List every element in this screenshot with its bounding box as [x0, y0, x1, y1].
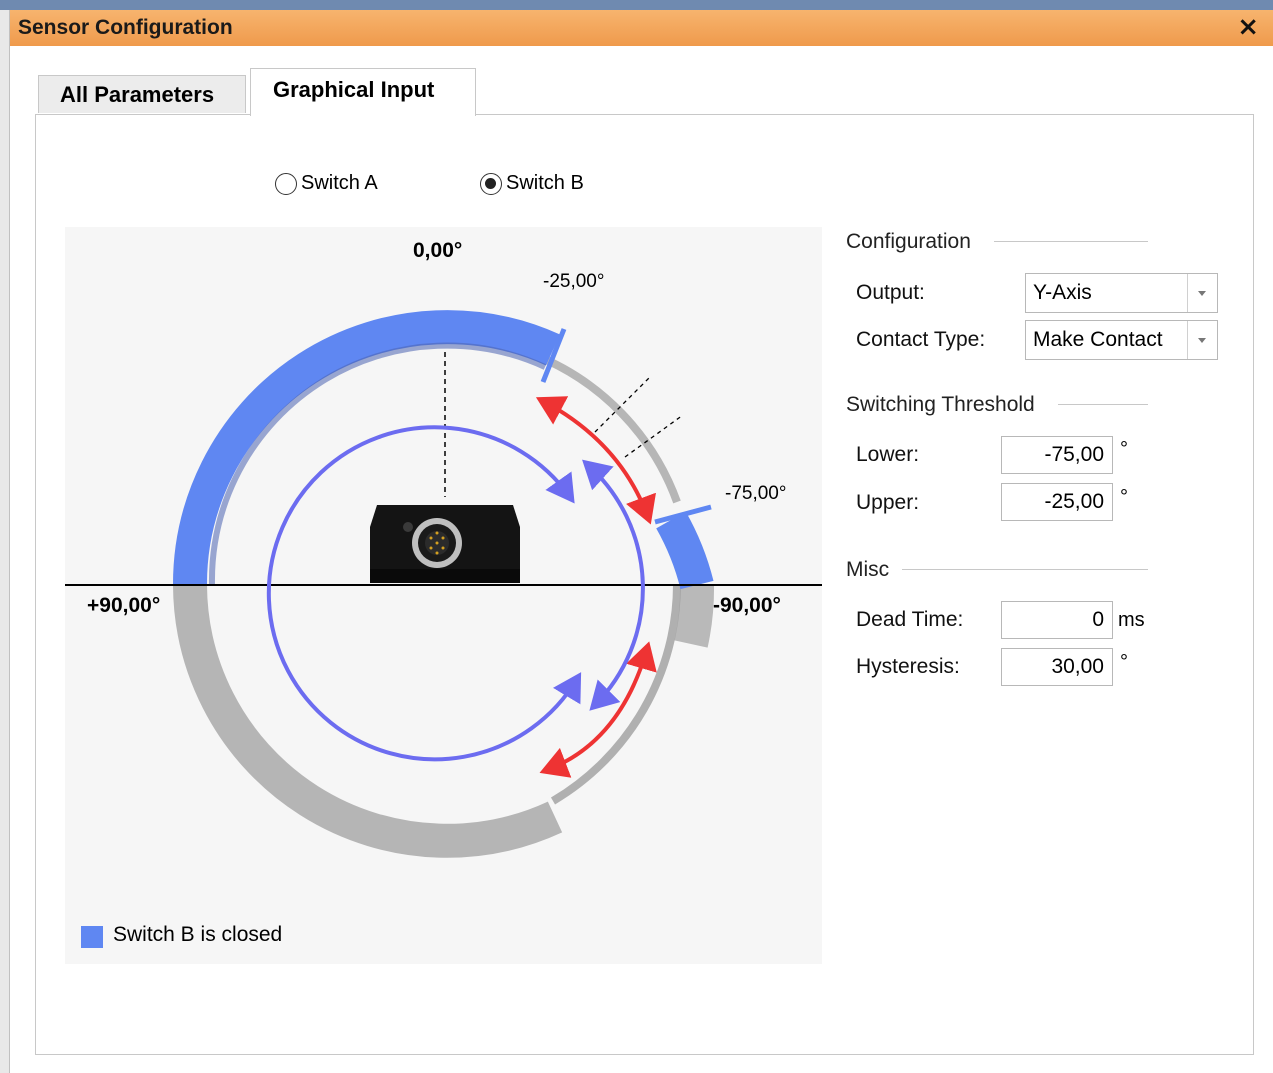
window-title: Sensor Configuration	[18, 16, 233, 39]
legend-swatch	[81, 926, 103, 948]
hysteresis-unit: °	[1120, 651, 1128, 673]
upper-label: Upper:	[856, 491, 920, 514]
misc-divider	[902, 569, 1148, 570]
sensor-angle-diagram[interactable]: 0,00° -25,00° -75,00° +90,00° -90,00°	[65, 227, 822, 964]
lower-label: Lower:	[856, 443, 920, 466]
hysteresis-input[interactable]: 30,00	[1001, 648, 1113, 686]
sensor-device-icon	[370, 505, 520, 583]
contact-type-dropdown-button[interactable]	[1187, 321, 1217, 359]
tab-all-parameters[interactable]: All Parameters	[38, 75, 246, 113]
motion-circle-arrow	[266, 425, 582, 762]
contact-type-value: Make Contact	[1033, 328, 1163, 351]
window-top-border	[0, 0, 1273, 10]
radio-switch-a[interactable]: Switch A	[275, 172, 378, 195]
title-bar[interactable]: Sensor Configuration ×	[10, 10, 1273, 46]
output-value: Y-Axis	[1033, 281, 1092, 304]
diagram-canvas	[65, 310, 822, 858]
hysteresis-arrow-lower	[539, 641, 657, 778]
close-icon[interactable]: ×	[1237, 12, 1259, 42]
hysteresis-label: Hysteresis:	[856, 655, 960, 678]
upper-threshold-input[interactable]: -25,00	[1001, 483, 1113, 521]
legend-label: Switch B is closed	[113, 923, 283, 946]
output-dropdown-button[interactable]	[1187, 274, 1217, 312]
window-left-border	[0, 10, 10, 1073]
marker-label-upper: -25,00°	[543, 271, 605, 292]
configuration-heading: Configuration	[846, 230, 971, 253]
contact-type-label: Contact Type:	[856, 328, 986, 351]
open-outer-ring-left	[173, 584, 563, 858]
angle-label-top: 0,00°	[413, 239, 463, 262]
configuration-divider	[994, 241, 1148, 242]
upper-unit: °	[1120, 486, 1128, 508]
output-select[interactable]: Y-Axis	[1025, 273, 1218, 313]
radio-switch-a-label: Switch A	[301, 172, 378, 194]
chevron-down-icon	[1198, 338, 1206, 343]
lower-unit: °	[1120, 438, 1128, 460]
marker-label-lower: -75,00°	[725, 483, 787, 504]
guide-line-1	[594, 376, 651, 433]
dead-time-label: Dead Time:	[856, 608, 964, 631]
closed-arc-right-segment	[656, 511, 714, 590]
angle-label-right: -90,00°	[713, 594, 781, 617]
output-label: Output:	[856, 281, 925, 304]
open-arc-lower	[550, 584, 681, 805]
radio-switch-b[interactable]: Switch B	[480, 172, 584, 195]
hysteresis-arrow-upper	[535, 396, 656, 525]
radio-switch-b-label: Switch B	[506, 172, 584, 194]
dead-time-unit: ms	[1118, 609, 1145, 631]
chevron-down-icon	[1198, 291, 1206, 296]
radio-circle-unchecked[interactable]	[275, 172, 297, 195]
tab-graphical-input[interactable]: Graphical Input	[250, 68, 476, 116]
angle-label-left: +90,00°	[87, 594, 161, 617]
radio-circle-checked[interactable]	[480, 172, 502, 195]
open-arc-right-segment	[674, 584, 715, 648]
lower-threshold-input[interactable]: -75,00	[1001, 436, 1113, 474]
switching-threshold-heading: Switching Threshold	[846, 393, 1035, 416]
misc-heading: Misc	[846, 558, 890, 581]
dead-time-input[interactable]: 0	[1001, 601, 1113, 639]
sensor-configuration-window: Sensor Configuration × All Parameters Gr…	[0, 0, 1273, 1073]
threshold-divider	[1058, 404, 1148, 405]
contact-type-select[interactable]: Make Contact	[1025, 320, 1218, 360]
